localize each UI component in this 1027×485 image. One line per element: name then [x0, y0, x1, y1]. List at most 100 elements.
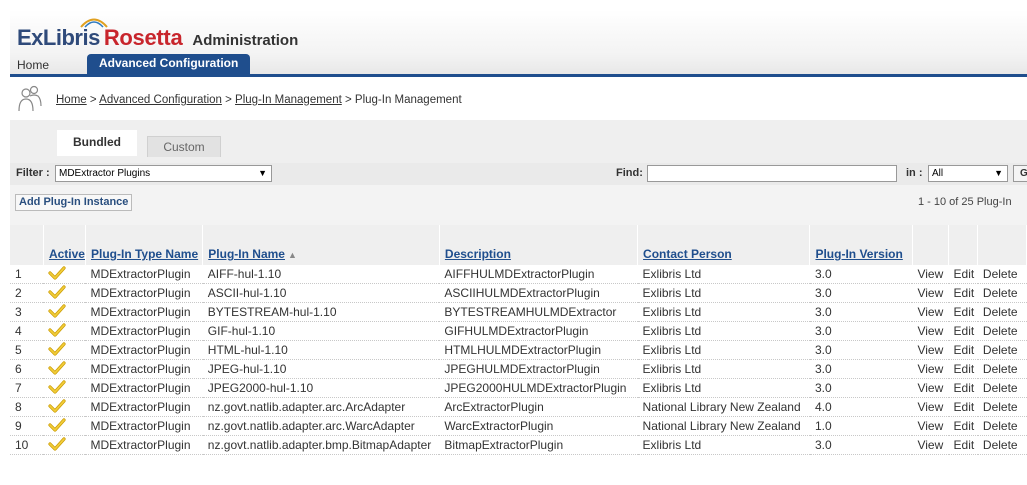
breadcrumb-plugin-management[interactable]: Plug-In Management: [235, 94, 342, 106]
table-row: 7 MDExtractorPlugin JPEG2000-hul-1.10 JP…: [10, 378, 1027, 398]
view-link[interactable]: View: [912, 265, 949, 284]
tab-custom[interactable]: Custom: [147, 136, 221, 157]
checkmark-icon: [48, 265, 67, 280]
table-row: 6 MDExtractorPlugin JPEG-hul-1.10 JPEGHU…: [10, 359, 1027, 379]
checkmark-icon: [48, 322, 67, 337]
breadcrumb-row: Home > Advanced Configuration > Plug-In …: [10, 78, 1027, 120]
view-link[interactable]: View: [912, 416, 949, 436]
view-link[interactable]: View: [912, 378, 949, 398]
row-index: 9: [10, 416, 44, 436]
col-delete-header: [977, 225, 1027, 265]
row-type: MDExtractorPlugin: [85, 397, 203, 417]
edit-link[interactable]: Edit: [948, 359, 978, 379]
delete-link[interactable]: Delete: [977, 378, 1027, 398]
filter-select-value: MDExtractor Plugins: [59, 168, 151, 179]
checkmark-icon: [48, 379, 67, 394]
row-index: 5: [10, 340, 44, 360]
breadcrumb-advanced-configuration[interactable]: Advanced Configuration: [99, 94, 222, 106]
delete-link[interactable]: Delete: [977, 416, 1027, 436]
chevron-down-icon: ▼: [258, 168, 267, 178]
checkmark-icon: [48, 284, 67, 299]
row-contact: Exlibris Ltd: [637, 340, 810, 360]
edit-link[interactable]: Edit: [948, 265, 978, 284]
row-name: BYTESTREAM-hul-1.10: [202, 302, 440, 322]
row-active: [43, 435, 86, 455]
row-name: JPEG-hul-1.10: [202, 359, 440, 379]
in-select-value: All: [932, 168, 944, 179]
checkmark-icon: [48, 417, 67, 432]
tab-bundled[interactable]: Bundled: [57, 130, 137, 156]
row-version: 3.0: [809, 283, 913, 303]
edit-link[interactable]: Edit: [948, 283, 978, 303]
row-description: WarcExtractorPlugin: [439, 416, 638, 436]
edit-link[interactable]: Edit: [948, 321, 978, 341]
edit-link[interactable]: Edit: [948, 378, 978, 398]
row-active: [43, 340, 86, 360]
col-name-header[interactable]: Plug-In Name ▲: [202, 225, 440, 265]
find-label: Find:: [616, 167, 643, 179]
delete-link[interactable]: Delete: [977, 302, 1027, 322]
find-input[interactable]: [647, 165, 897, 182]
delete-link[interactable]: Delete: [977, 321, 1027, 341]
pagination-range: 1 - 10 of 25 Plug-In: [918, 196, 1012, 208]
breadcrumb-current: Plug-In Management: [354, 94, 462, 106]
checkmark-icon: [48, 436, 67, 451]
delete-link[interactable]: Delete: [977, 397, 1027, 417]
view-link[interactable]: View: [912, 302, 949, 322]
row-active: [43, 416, 86, 436]
delete-link[interactable]: Delete: [977, 435, 1027, 455]
col-version-header[interactable]: Plug-In Version: [809, 225, 913, 265]
row-contact: Exlibris Ltd: [637, 321, 810, 341]
tab-home[interactable]: Home: [17, 58, 49, 72]
col-contact-header[interactable]: Contact Person: [637, 225, 811, 265]
row-index: 8: [10, 397, 44, 417]
edit-link[interactable]: Edit: [948, 397, 978, 417]
view-link[interactable]: View: [912, 359, 949, 379]
app-header: ExLibris Rosetta Administration Home Adv…: [10, 10, 1027, 74]
col-description-header[interactable]: Description: [439, 225, 639, 265]
add-plugin-instance-button[interactable]: Add Plug-In Instance: [15, 194, 133, 211]
table-row: 8 MDExtractorPlugin nz.govt.natlib.adapt…: [10, 397, 1027, 417]
table-row: 2 MDExtractorPlugin ASCII-hul-1.10 ASCII…: [10, 283, 1027, 303]
row-name: AIFF-hul-1.10: [202, 265, 440, 284]
row-version: 4.0: [809, 397, 913, 417]
row-name: nz.govt.natlib.adapter.arc.WarcAdapter: [202, 416, 440, 436]
delete-link[interactable]: Delete: [977, 359, 1027, 379]
delete-link[interactable]: Delete: [977, 265, 1027, 284]
row-description: JPEG2000HULMDExtractorPlugin: [439, 378, 638, 398]
logo-exlibris: ExLibris: [17, 25, 100, 50]
view-link[interactable]: View: [912, 435, 949, 455]
row-description: AIFFHULMDExtractorPlugin: [439, 265, 638, 284]
go-button[interactable]: Go: [1013, 165, 1027, 182]
plugin-table: Active Plug-In Type Name Plug-In Name ▲ D…: [10, 225, 1027, 455]
row-index: 7: [10, 378, 44, 398]
col-active-header[interactable]: Active: [43, 225, 86, 265]
breadcrumb-home[interactable]: Home: [56, 94, 87, 106]
view-link[interactable]: View: [912, 321, 949, 341]
row-description: ArcExtractorPlugin: [439, 397, 638, 417]
view-link[interactable]: View: [912, 397, 949, 417]
row-type: MDExtractorPlugin: [85, 321, 203, 341]
tab-advanced-configuration[interactable]: Advanced Configuration: [87, 54, 251, 74]
delete-link[interactable]: Delete: [977, 340, 1027, 360]
view-link[interactable]: View: [912, 283, 949, 303]
edit-link[interactable]: Edit: [948, 416, 978, 436]
row-version: 3.0: [809, 321, 913, 341]
edit-link[interactable]: Edit: [948, 302, 978, 322]
delete-link[interactable]: Delete: [977, 283, 1027, 303]
header-divider: [10, 74, 1027, 77]
logo-arc-icon: [80, 18, 108, 28]
subtab-area: Bundled Custom: [10, 120, 1027, 165]
in-select[interactable]: All ▼: [928, 165, 1008, 182]
col-type-header[interactable]: Plug-In Type Name: [85, 225, 204, 265]
view-link[interactable]: View: [912, 340, 949, 360]
row-contact: Exlibris Ltd: [637, 378, 810, 398]
logo: ExLibris Rosetta Administration: [17, 18, 298, 53]
row-index: 2: [10, 283, 44, 303]
row-type: MDExtractorPlugin: [85, 265, 203, 284]
filter-select[interactable]: MDExtractor Plugins ▼: [55, 165, 272, 182]
row-index: 1: [10, 265, 44, 284]
edit-link[interactable]: Edit: [948, 340, 978, 360]
edit-link[interactable]: Edit: [948, 435, 978, 455]
table-row: 4 MDExtractorPlugin GIF-hul-1.10 GIFHULM…: [10, 321, 1027, 341]
